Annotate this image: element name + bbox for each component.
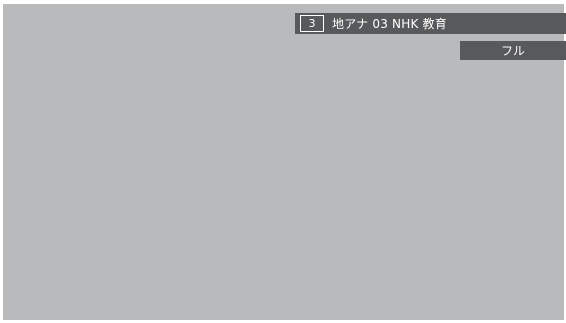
channel-info-label: 地アナ 03 NHK 教育 bbox=[332, 17, 447, 31]
screen-mode-badge: フル bbox=[460, 41, 566, 60]
tv-screen: 3 地アナ 03 NHK 教育 フル bbox=[3, 4, 566, 320]
channel-number-box: 3 bbox=[300, 15, 324, 32]
channel-banner: 3 地アナ 03 NHK 教育 bbox=[295, 13, 566, 34]
